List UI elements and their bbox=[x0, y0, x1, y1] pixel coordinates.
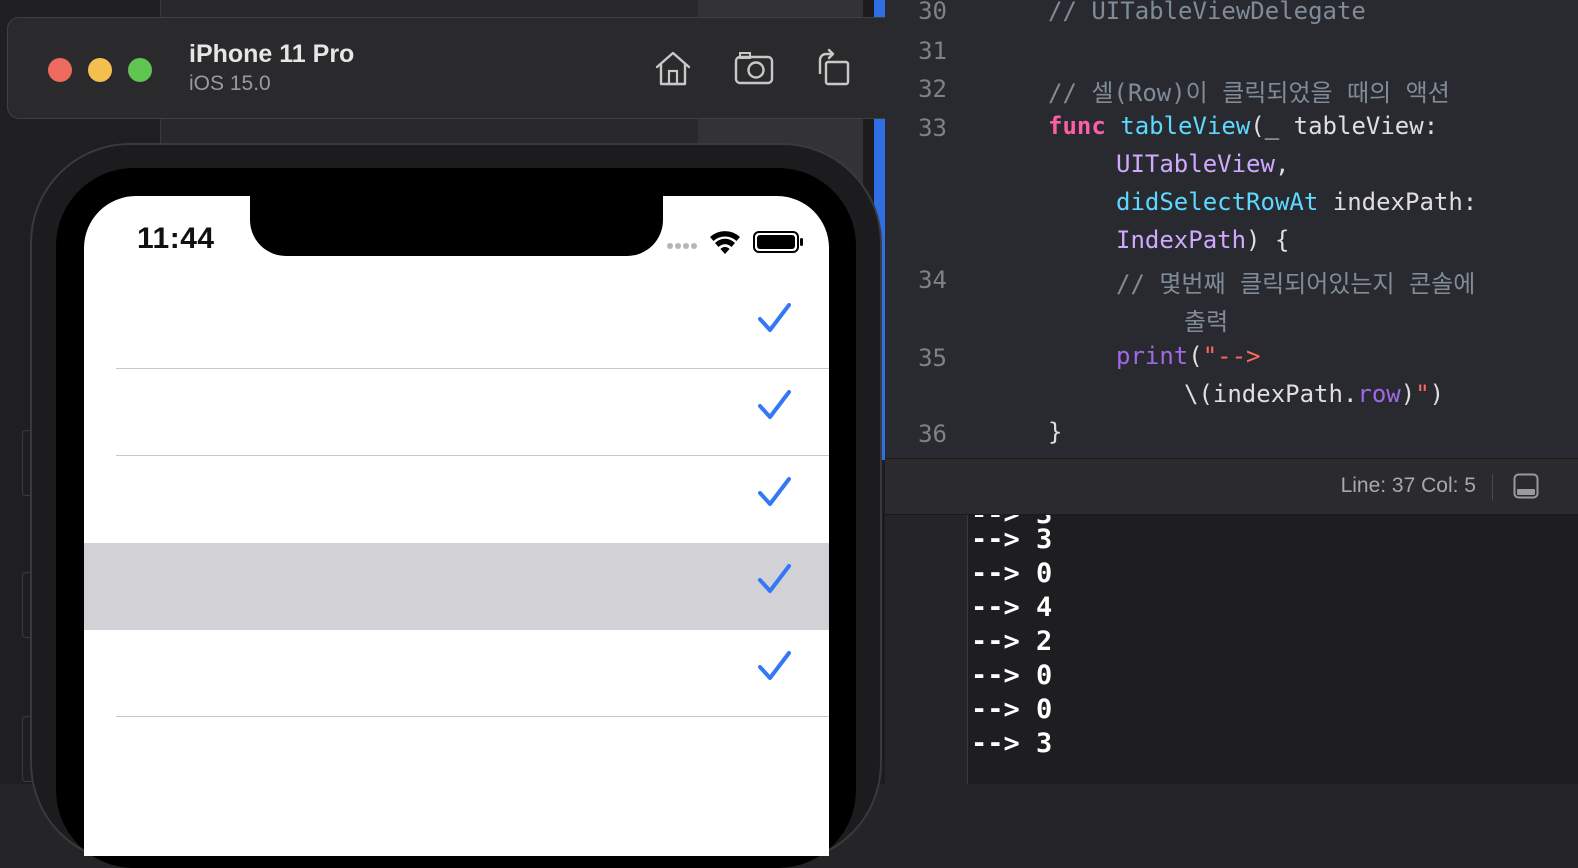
code-text: ) { bbox=[1246, 226, 1290, 254]
device-os-version: iOS 15.0 bbox=[189, 72, 271, 95]
code-line-param: UITableView, bbox=[1116, 150, 1289, 178]
code-function-name: tableView bbox=[1120, 112, 1251, 140]
line-number: 36 bbox=[918, 420, 947, 448]
code-property: row bbox=[1357, 380, 1401, 408]
rotate-icon bbox=[818, 48, 850, 86]
code-text: \(indexPath. bbox=[1184, 380, 1358, 408]
checkmark-icon bbox=[758, 390, 791, 419]
home-button[interactable] bbox=[651, 46, 695, 90]
code-keyword: func bbox=[1048, 112, 1106, 140]
checkmark-icon bbox=[758, 303, 791, 332]
console-line: --> 0 bbox=[971, 694, 1053, 725]
code-type: UITableView bbox=[1116, 150, 1275, 178]
code-comment: // 셀(Row)이 클릭되었을 때의 액션 bbox=[1048, 79, 1450, 107]
code-line-func: func tableView(_ tableView: bbox=[1048, 112, 1438, 140]
checkmark-icon bbox=[758, 651, 791, 680]
code-line-print: print("--> bbox=[1116, 342, 1261, 370]
code-text: indexPath: bbox=[1318, 188, 1478, 216]
code-function-name: print bbox=[1116, 342, 1189, 370]
close-window-button[interactable] bbox=[48, 58, 72, 82]
minimize-window-button[interactable] bbox=[88, 58, 112, 82]
code-string: " bbox=[1415, 380, 1430, 408]
screenshot-button[interactable] bbox=[732, 46, 776, 90]
line-number: 33 bbox=[918, 114, 947, 142]
notch bbox=[250, 196, 663, 256]
console-line: --> 4 bbox=[971, 592, 1053, 623]
console-line: --> 3 bbox=[971, 524, 1053, 555]
checkmark-icon bbox=[758, 477, 791, 506]
code-text: ) bbox=[1400, 380, 1416, 408]
iphone-screen[interactable]: 11:44 bbox=[84, 196, 829, 856]
code-type: IndexPath bbox=[1116, 226, 1247, 254]
line-number: 32 bbox=[918, 75, 947, 103]
simulator-titlebar: iPhone 11 Pro iOS 15.0 bbox=[7, 17, 904, 119]
console-line: --> 0 bbox=[971, 558, 1053, 589]
status-bar-icons bbox=[667, 231, 803, 254]
code-comment: // UITableViewDelegate bbox=[1048, 0, 1366, 25]
wifi-icon bbox=[710, 231, 740, 254]
code-line-param: IndexPath) { bbox=[1116, 226, 1289, 254]
line-number: 31 bbox=[918, 37, 947, 65]
code-line-param: didSelectRowAt indexPath: bbox=[1116, 188, 1477, 216]
line-number: 35 bbox=[918, 344, 947, 372]
battery-icon bbox=[753, 231, 803, 253]
code-text: ( bbox=[1188, 342, 1203, 370]
code-editor[interactable]: 30 31 32 33 34 35 36 // UITableViewDeleg… bbox=[885, 0, 1578, 458]
code-line-print: \(indexPath.row)") bbox=[1184, 380, 1444, 408]
code-text: ) bbox=[1429, 380, 1445, 408]
screenshot-icon bbox=[734, 52, 774, 85]
table-row[interactable] bbox=[84, 543, 829, 630]
table-row[interactable] bbox=[84, 717, 829, 804]
code-text: , bbox=[1274, 150, 1290, 178]
table-row[interactable] bbox=[84, 630, 829, 717]
signal-dots-icon bbox=[667, 243, 697, 249]
variables-view[interactable] bbox=[885, 515, 968, 784]
table-row[interactable] bbox=[84, 369, 829, 456]
checkmark-icon bbox=[758, 564, 791, 593]
code-function-name: didSelectRowAt bbox=[1116, 188, 1319, 216]
table-row[interactable] bbox=[84, 456, 829, 543]
line-number: 30 bbox=[918, 0, 947, 25]
code-text: (_ tableView: bbox=[1250, 112, 1439, 140]
divider bbox=[1492, 474, 1493, 500]
cursor-position: Line: 37 Col: 5 bbox=[1340, 474, 1476, 497]
device-name: iPhone 11 Pro bbox=[189, 40, 355, 68]
console-line: --> 3 bbox=[971, 728, 1053, 759]
console-line: --> 0 bbox=[971, 660, 1053, 691]
line-number: 34 bbox=[918, 266, 947, 294]
code-line-brace: } bbox=[1048, 418, 1063, 446]
code-comment: // 몇번째 클릭되어있는지 콘솔에 bbox=[1116, 270, 1476, 298]
code-comment: 출력 bbox=[1184, 308, 1229, 336]
home-icon bbox=[655, 51, 691, 86]
table-row[interactable] bbox=[84, 282, 829, 369]
zoom-window-button[interactable] bbox=[128, 58, 152, 82]
debug-bar: Line: 37 Col: 5 bbox=[885, 458, 1578, 515]
console-line: --> 2 bbox=[971, 626, 1053, 657]
console-output[interactable]: --> 3 --> 3--> 0--> 4--> 2--> 0--> 0--> … bbox=[968, 515, 1578, 784]
status-time: 11:44 bbox=[137, 222, 215, 255]
rotate-button[interactable] bbox=[812, 46, 856, 90]
code-string: "--> bbox=[1202, 342, 1261, 370]
panel-toggle-icon[interactable] bbox=[1513, 473, 1539, 499]
